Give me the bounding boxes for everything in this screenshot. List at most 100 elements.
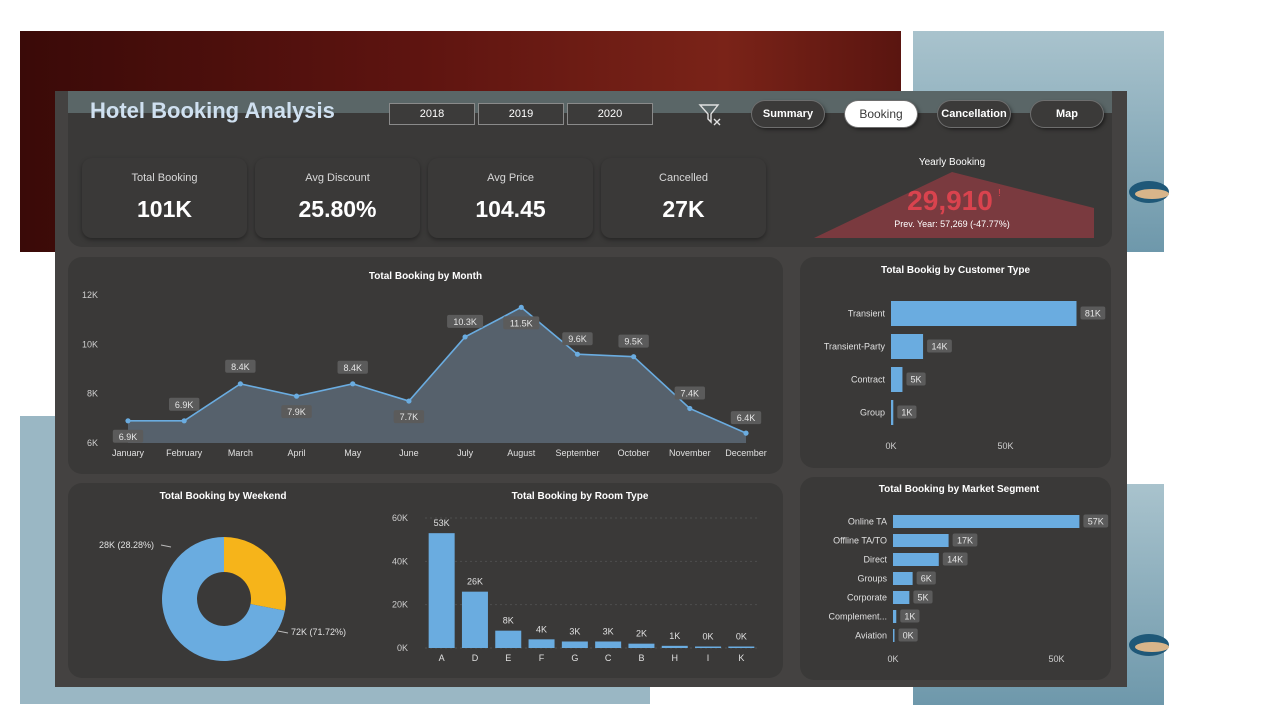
segment-category-label: Aviation [855,631,887,641]
month-x-label: July [457,448,474,458]
month-data-label: 6.4K [737,413,756,423]
month-point [631,354,637,360]
room-x-label: D [472,653,479,663]
room-data-label: 4K [536,624,547,634]
kpi-value: 101K [137,196,192,222]
kpi-card-total-booking: Total Booking 101K [82,158,247,238]
room-y-tick: 0K [397,643,408,653]
room-y-tick: 40K [392,556,408,566]
yearly-booking-marker: ! [998,188,1001,199]
month-point [743,430,749,436]
nav-map-button[interactable]: Map [1031,101,1103,127]
month-x-label: May [344,448,362,458]
month-data-label: 8.4K [231,362,250,372]
segment-category-label: Corporate [847,593,887,603]
month-area-chart[interactable]: 12K 10K 8K 6K January February March April May Ju… [68,257,783,474]
clear-filter-icon[interactable] [698,102,724,133]
room-data-label: 1K [669,631,680,641]
room-x-label: A [439,653,445,663]
month-x-label: March [228,448,253,458]
customer-type-bar-chart[interactable]: Transient 81K Transient-Party 14K Contract 5K… [800,257,1111,468]
month-data-label: 9.6K [568,334,587,344]
month-point [406,398,412,404]
room-x-label: E [505,653,511,663]
nav-cancellation-button[interactable]: Cancellation [938,101,1010,127]
customer-category-label: Transient [848,309,886,319]
month-y-tick: 8K [87,389,98,399]
month-x-label: August [507,448,536,458]
segment-bar [893,629,895,642]
kpi-card-avg-price: Avg Price 104.45 [428,158,593,238]
segment-bar [893,553,939,566]
segment-data-label: 57K [1088,517,1104,527]
customer-category-label: Contract [851,375,886,385]
room-data-label: 8K [503,616,514,626]
month-x-label: February [166,448,203,458]
room-bar [728,646,755,648]
nav-booking-button[interactable]: Booking [845,101,917,127]
nav-summary-button[interactable]: Summary [752,101,824,127]
room-bar [661,645,688,648]
kpi-label: Avg Price [487,172,534,184]
segment-data-label: 5K [917,593,928,603]
month-data-label: 6.9K [175,400,194,410]
month-x-label: June [399,448,419,458]
room-x-label: H [672,653,679,663]
segment-data-label: 6K [921,574,932,584]
kpi-label: Cancelled [659,172,708,184]
yearly-booking-prev: Prev. Year: 57,269 (-47.77%) [894,219,1009,229]
customer-bar [891,367,903,392]
room-data-label: 53K [434,518,450,528]
donut-leader-line [160,544,172,548]
month-x-label: December [725,448,767,458]
customer-data-label: 1K [901,408,912,418]
year-slicer-2018[interactable]: 2018 [389,103,475,125]
kpi-value: 27K [662,196,705,222]
year-slicer-2019[interactable]: 2019 [478,103,564,125]
month-data-label: 10.3K [453,317,477,327]
room-data-label: 0K [736,632,747,642]
segment-data-label: 1K [904,612,915,622]
month-x-label: April [288,448,306,458]
month-data-label: 7.9K [287,407,306,417]
kpi-value: 104.45 [475,196,546,222]
room-x-label: B [638,653,644,663]
segment-category-label: Online TA [848,517,887,527]
customer-bar [891,400,894,425]
donut-slice [224,537,286,611]
kpi-label: Total Booking [131,172,198,184]
month-data-label: 7.7K [400,412,419,422]
customer-bar [891,301,1077,326]
room-y-tick: 60K [392,513,408,523]
weekend-donut-chart[interactable]: 28K (28.28%) 72K (71.72%) [68,483,388,678]
room-bar [428,533,455,648]
kpi-label: Avg Discount [305,172,370,184]
segment-category-label: Groups [857,574,887,584]
room-x-label: K [738,653,744,663]
room-data-label: 2K [636,629,647,639]
segment-category-label: Complement... [828,612,887,622]
segment-x-tick: 0K [887,654,898,664]
month-point [293,393,300,399]
customer-data-label: 5K [911,375,922,385]
room-data-label: 0K [703,632,714,642]
segment-bar [893,515,1080,528]
segment-bar [893,591,910,604]
year-slicer-2020[interactable]: 2020 [567,103,653,125]
market-segment-bar-chart[interactable]: Online TA 57K Offline TA/TO 17K Direct 14K Gro… [800,477,1111,680]
room-x-label: F [539,653,545,663]
month-x-label: November [669,448,711,458]
room-type-bar-chart[interactable]: 60K 40K 20K 0K 53K A 26K D 8K E 4K F 3K G 3K C 2K B 1K H 0K I… [380,483,780,678]
month-data-label: 6.9K [119,432,138,442]
room-bar [561,641,588,648]
yearly-booking-visual: Yearly Booking 29,910 ! Prev. Year: 57,2… [814,157,1094,238]
segment-bar [893,610,897,623]
month-point [181,418,187,424]
room-bar [695,646,722,648]
segment-bar [893,572,913,585]
segment-x-tick: 50K [1048,654,1064,664]
yearly-booking-title: Yearly Booking [919,157,985,168]
kpi-card-cancelled: Cancelled 27K [601,158,766,238]
month-point [462,334,468,340]
room-data-label: 3K [603,627,614,637]
